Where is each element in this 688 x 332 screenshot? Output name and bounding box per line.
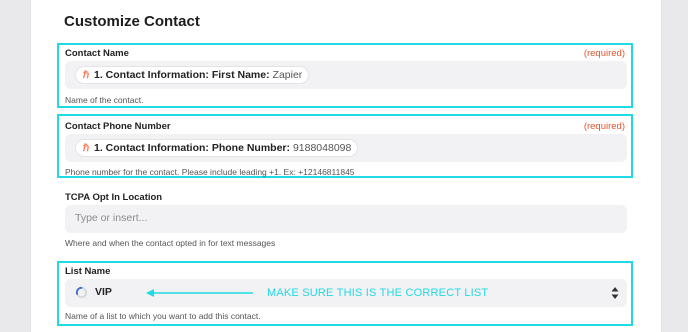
pill-step-label: 1. Contact Information: Phone Number:: [94, 142, 291, 154]
required-indicator: (required): [583, 48, 625, 59]
mapped-field-pill[interactable]: ℏ 1. Contact Information: First Name: Zap…: [75, 66, 310, 84]
tcpa-help: Where and when the contact opted in for …: [65, 238, 276, 248]
list-name-select[interactable]: VIP MAKE SURE THIS IS THE CORRECT LIST: [65, 279, 627, 307]
list-name-value: VIP: [95, 286, 112, 298]
sort-caret-icon[interactable]: [611, 286, 619, 300]
tcpa-label: TCPA Opt In Location: [65, 192, 163, 203]
tcpa-placeholder: Type or insert...: [75, 212, 148, 224]
list-name-label: List Name: [65, 266, 111, 277]
contact-name-input[interactable]: ℏ 1. Contact Information: First Name: Zap…: [65, 61, 627, 89]
arrow-left-icon: [146, 289, 253, 297]
list-name-field: List Name VIP MAKE SURE THIS IS THE CORR…: [57, 261, 633, 326]
required-indicator: (required): [583, 121, 625, 132]
tcpa-field: TCPA Opt In Location Type or insert... W…: [57, 189, 633, 253]
list-name-help: Name of a list to which you want to add …: [65, 311, 261, 321]
customize-contact-panel: Customize Contact Contact Name (required…: [30, 0, 662, 332]
contact-name-help: Name of the contact.: [65, 95, 144, 105]
mapped-field-pill[interactable]: ℏ 1. Contact Information: Phone Number: 9…: [75, 139, 359, 157]
contact-name-label: Contact Name: [65, 48, 129, 59]
pill-step-label: 1. Contact Information: First Name:: [94, 69, 270, 81]
contact-phone-field: Contact Phone Number (required) ℏ 1. Cont…: [57, 114, 633, 178]
section-title: Customize Contact: [64, 13, 200, 30]
contact-phone-label: Contact Phone Number: [65, 121, 171, 132]
hubspot-icon: ℏ: [82, 70, 90, 81]
contact-phone-help: Phone number for the contact. Please inc…: [65, 167, 355, 177]
pill-value: Zapier: [272, 69, 303, 81]
hubspot-icon: ℏ: [82, 143, 90, 154]
tcpa-input[interactable]: Type or insert...: [65, 205, 627, 233]
contact-name-field: Contact Name (required) ℏ 1. Contact Info…: [57, 43, 633, 108]
pill-value: 9188048098: [292, 142, 352, 154]
contact-phone-input[interactable]: ℏ 1. Contact Information: Phone Number: 9…: [65, 134, 627, 162]
loading-spinner-icon: [75, 286, 88, 299]
annotation-note: MAKE SURE THIS IS THE CORRECT LIST: [267, 287, 489, 299]
